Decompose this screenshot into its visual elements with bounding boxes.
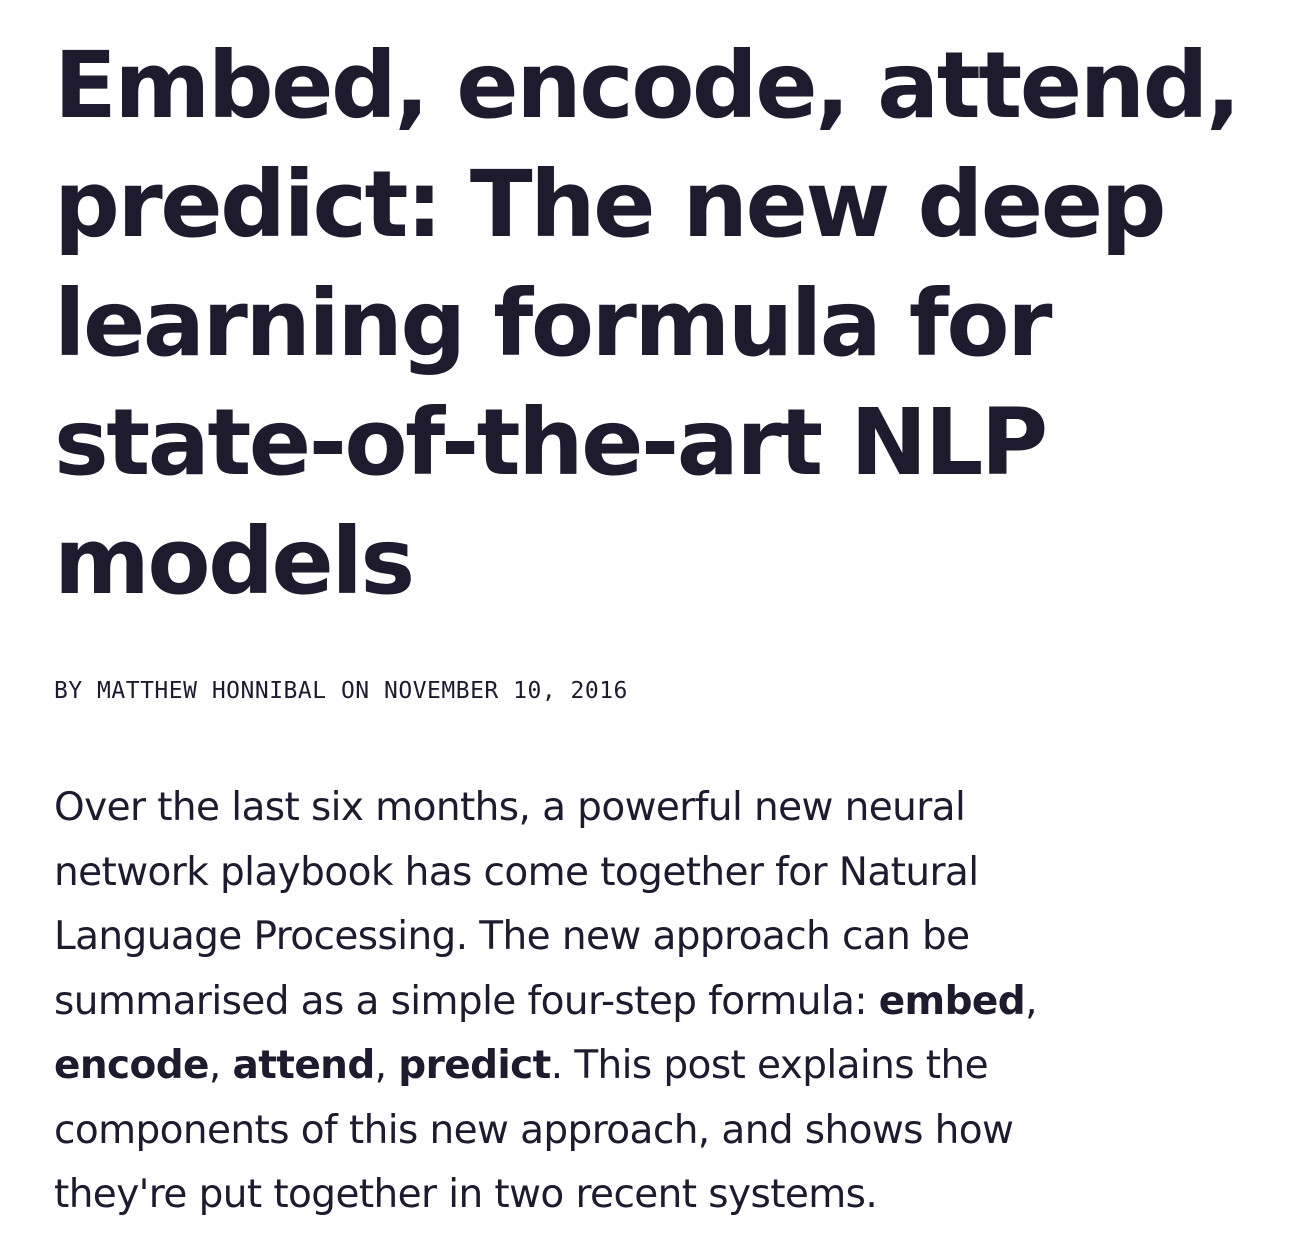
intro-text: , (1025, 978, 1037, 1024)
keyword-embed: embed (878, 978, 1026, 1024)
intro-text: , (374, 1043, 399, 1088)
intro-line: summarised as a simple four-step formula… (54, 970, 1214, 1035)
title-line: predict: The new deep (54, 151, 1166, 258)
intro-text: , (208, 1043, 233, 1088)
keyword-attend: attend (232, 1043, 376, 1088)
intro-line: network playbook has come together for N… (54, 849, 979, 895)
intro-text: . This post explains the (550, 1043, 989, 1088)
intro-line: Over the last six months, a powerful new… (54, 785, 966, 830)
page-title: Embed, encode, attend, predict: The new … (54, 26, 1254, 621)
title-line: Embed, encode, attend, (54, 32, 1241, 139)
title-line: models (54, 508, 415, 615)
intro-line: components of this new approach, and sho… (54, 1107, 1014, 1153)
keyword-encode: encode (54, 1043, 210, 1088)
byline-on: ON (326, 678, 384, 704)
publish-date: NOVEMBER 10, 2016 (384, 678, 628, 704)
byline: BY MATTHEW HONNIBAL ON NOVEMBER 10, 2016 (54, 676, 628, 706)
author-name: MATTHEW HONNIBAL (97, 678, 327, 704)
intro-line: encode, attend, predict. This post expla… (54, 1034, 1214, 1099)
intro-line: they're put together in two recent syste… (54, 1172, 878, 1217)
title-line: learning formula for (54, 270, 1053, 377)
article: Embed, encode, attend, predict: The new … (54, 26, 1254, 1217)
title-line: state-of-the-art NLP (54, 389, 1048, 496)
intro-text: summarised as a simple four-step formula… (54, 978, 879, 1024)
intro-line: Language Processing. The new approach ca… (54, 914, 970, 959)
byline-prefix: BY (54, 678, 98, 704)
keyword-predict: predict (398, 1043, 551, 1088)
intro-paragraph: Over the last six months, a powerful new… (54, 776, 1214, 1228)
